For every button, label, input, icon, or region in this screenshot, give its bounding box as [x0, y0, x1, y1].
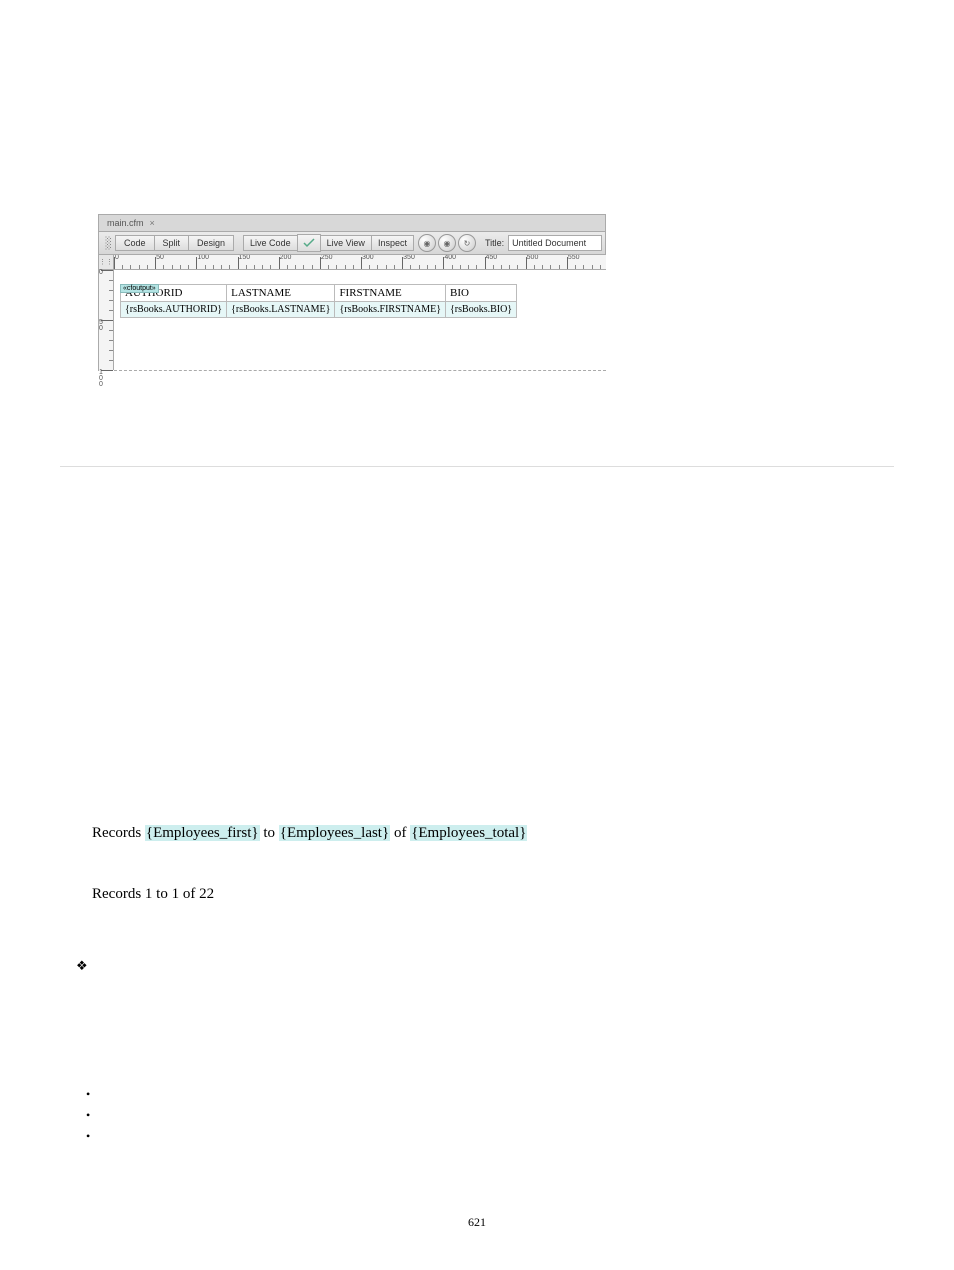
bullet: • [86, 1126, 894, 1147]
table-row: AUTHORID LASTNAME FIRSTNAME BIO [121, 285, 517, 302]
recordset-table[interactable]: AUTHORID LASTNAME FIRSTNAME BIO {rsBooks… [120, 284, 517, 318]
table-header[interactable]: FIRSTNAME [335, 285, 446, 302]
diamond-bullet: ❖ [76, 958, 894, 974]
live-code-button[interactable]: Live Code [243, 235, 298, 251]
placeholder-first: {Employees_first} [145, 825, 260, 841]
live-view-button[interactable]: Live View [320, 235, 372, 251]
table-header[interactable]: LASTNAME [227, 285, 335, 302]
title-label: Title: [485, 238, 504, 248]
document-toolbar: Code Split Design Live Code Live View In… [98, 231, 606, 255]
placeholder-total: {Employees_total} [410, 825, 527, 841]
table-cell-binding[interactable]: {rsBooks.AUTHORID} [121, 302, 227, 318]
table-cell-binding[interactable]: {rsBooks.BIO} [446, 302, 517, 318]
dreamweaver-screenshot: main.cfm × Code Split Design Live Code L… [98, 214, 606, 371]
refresh-icon[interactable]: ↻ [458, 234, 476, 252]
browser-nav-icon[interactable]: ◉ [418, 234, 436, 252]
ruler-corner: ⋮⋮ [99, 255, 114, 270]
split-button[interactable]: Split [154, 235, 190, 251]
records-placeholder-line: Records {Employees_first} to {Employees_… [92, 825, 894, 842]
table-row: {rsBooks.AUTHORID} {rsBooks.LASTNAME} {r… [121, 302, 517, 318]
file-tab-label: main.cfm [107, 218, 144, 228]
page-number: 621 [60, 1215, 894, 1230]
text: of [390, 825, 410, 841]
text: to [260, 825, 279, 841]
grip-icon [105, 236, 111, 250]
inspect-button[interactable]: Inspect [371, 235, 414, 251]
browser-nav-icon-2[interactable]: ◉ [438, 234, 456, 252]
placeholder-last: {Employees_last} [279, 825, 390, 841]
cfoutput-tag[interactable]: «cfoutput» [120, 284, 159, 293]
table-cell-binding[interactable]: {rsBooks.LASTNAME} [227, 302, 335, 318]
vertical-ruler: 050100 [99, 270, 114, 370]
document-tab-bar: main.cfm × [98, 214, 606, 231]
close-icon[interactable]: × [150, 218, 155, 228]
text: Records [92, 825, 145, 841]
code-button[interactable]: Code [115, 235, 155, 251]
records-resolved-line: Records 1 to 1 of 22 [92, 886, 894, 903]
bullet: • [86, 1105, 894, 1126]
table-cell-binding[interactable]: {rsBooks.FIRSTNAME} [335, 302, 446, 318]
table-header[interactable]: BIO [446, 285, 517, 302]
design-canvas[interactable]: «cfoutput» AUTHORID LASTNAME FIRSTNAME B… [114, 270, 606, 371]
file-tab[interactable]: main.cfm × [99, 217, 163, 229]
check-icon[interactable] [297, 234, 321, 252]
design-button[interactable]: Design [188, 235, 234, 251]
horizontal-ruler: 050100150200250300350400450500550600 [114, 255, 606, 270]
title-input[interactable]: Untitled Document [508, 235, 602, 251]
divider [60, 466, 894, 467]
bullet: • [86, 1084, 894, 1105]
bullet-list: • • • [86, 1084, 894, 1147]
